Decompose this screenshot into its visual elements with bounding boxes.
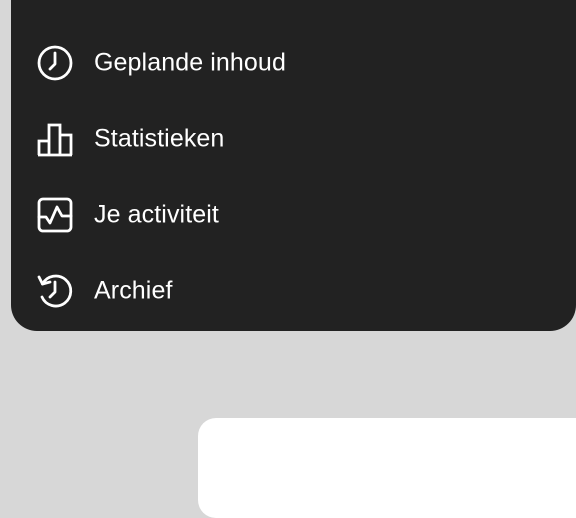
bar-chart-icon <box>36 120 74 158</box>
menu-item-scheduled-content[interactable]: Geplande inhoud <box>11 25 576 101</box>
menu-item-label: Statistieken <box>94 124 225 153</box>
menu-item-statistics[interactable]: Statistieken <box>11 101 576 177</box>
bottom-card <box>198 418 576 518</box>
menu-item-archive[interactable]: Archief <box>11 253 576 329</box>
menu-item-label: Archief <box>94 276 173 305</box>
clock-icon <box>36 44 74 82</box>
more-options-menu: Geplande inhoud Statistieken Je activite… <box>11 0 576 331</box>
menu-item-your-activity[interactable]: Je activiteit <box>11 177 576 253</box>
activity-icon <box>36 196 74 234</box>
archive-history-icon <box>36 272 74 310</box>
menu-item-label: Geplande inhoud <box>94 48 286 77</box>
menu-item-label: Je activiteit <box>94 200 219 229</box>
